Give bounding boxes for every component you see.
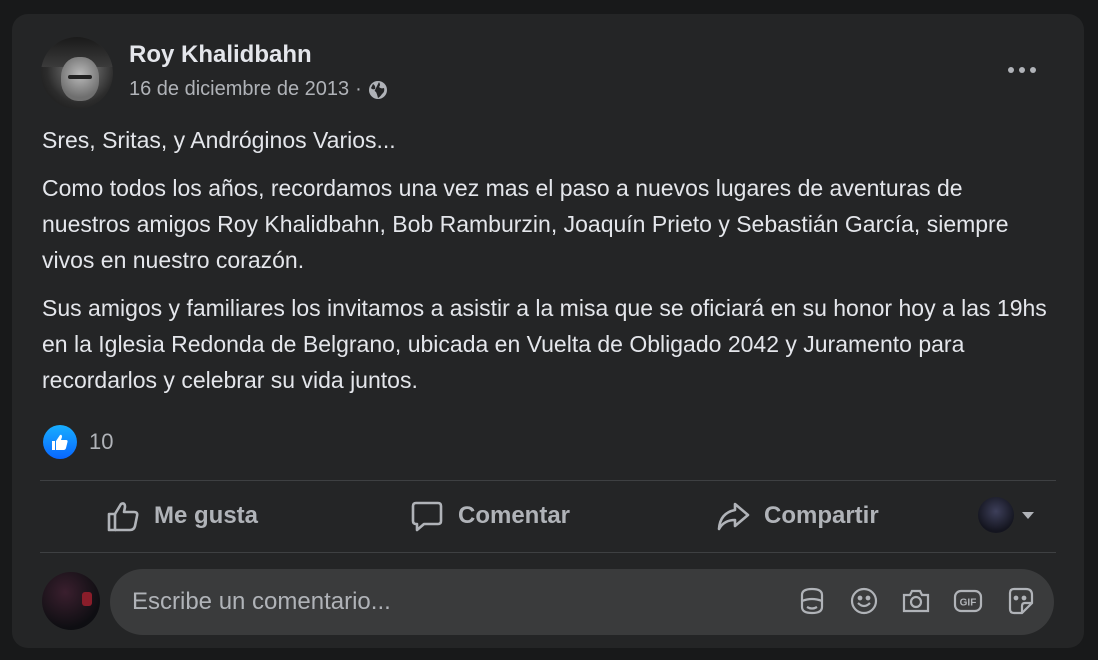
comment-bubble-icon	[411, 501, 443, 532]
comment-label: Comentar	[458, 502, 571, 529]
camera-icon[interactable]	[900, 585, 932, 617]
reaction-count: 10	[89, 429, 114, 454]
sticker-icon[interactable]	[1004, 585, 1036, 617]
post-date[interactable]: 16 de diciembre de 2013	[129, 78, 349, 101]
comment-tools: GIF	[796, 585, 1036, 617]
share-label: Compartir	[764, 502, 879, 529]
comment-composer: Escribe un comentario... GIF	[40, 569, 1056, 635]
like-button[interactable]: Me gusta	[106, 480, 258, 552]
emoji-icon[interactable]	[848, 585, 880, 617]
comment-button[interactable]: Comentar	[410, 480, 570, 552]
avatar-sticker-icon[interactable]	[796, 585, 828, 617]
reactions-summary[interactable]: 10	[43, 425, 113, 459]
comment-input[interactable]: Escribe un comentario... GIF	[110, 569, 1054, 635]
page-avatar	[978, 497, 1014, 533]
share-arrow-icon	[717, 502, 750, 531]
like-label: Me gusta	[154, 502, 259, 529]
post-body: Sres, Sritas, y Andróginos Varios... Com…	[42, 122, 1052, 410]
author-name[interactable]: Roy Khalidbahn	[129, 41, 312, 69]
thumbs-up-icon	[107, 502, 139, 532]
post-meta: 16 de diciembre de 2013 ·	[129, 78, 388, 101]
post-paragraph: Sres, Sritas, y Andróginos Varios...	[42, 127, 396, 153]
post-paragraph: Sus amigos y familiares los invitamos a …	[42, 295, 1047, 393]
globe-icon[interactable]	[368, 80, 388, 100]
divider	[40, 552, 1056, 553]
share-button[interactable]: Compartir	[716, 480, 879, 552]
like-reaction-icon	[43, 425, 77, 459]
action-bar: Me gusta Comentar Compartir	[40, 480, 1056, 552]
svg-text:GIF: GIF	[960, 598, 977, 609]
chevron-down-icon	[1022, 511, 1034, 519]
react-as-selector[interactable]	[978, 497, 1034, 533]
meta-separator: ·	[355, 78, 362, 100]
comment-placeholder: Escribe un comentario...	[132, 588, 391, 615]
post-card: Roy Khalidbahn 16 de diciembre de 2013 ·…	[12, 14, 1084, 648]
post-paragraph: Como todos los años, recordamos una vez …	[42, 175, 1009, 273]
more-options-button[interactable]	[1002, 60, 1042, 80]
author-avatar[interactable]	[41, 37, 113, 109]
current-user-avatar[interactable]	[42, 572, 100, 630]
gif-icon[interactable]: GIF	[952, 585, 984, 617]
